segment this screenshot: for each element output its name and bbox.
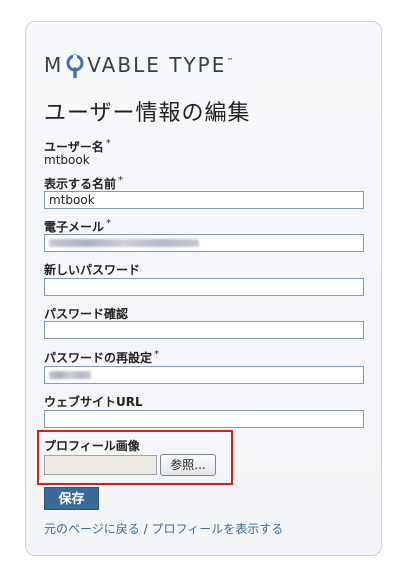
redacted-email — [49, 239, 199, 247]
view-profile-link[interactable]: プロフィールを表示する — [151, 522, 283, 536]
email-label: 電子メール * — [44, 218, 111, 235]
browse-button[interactable]: 参照... — [160, 454, 216, 476]
logo-text-rest: VABLE TYPE — [87, 53, 227, 77]
email-input[interactable] — [44, 234, 364, 252]
new-password-label: 新しいパスワード — [44, 263, 141, 277]
username-label-text: ユーザー名 — [44, 140, 104, 154]
page-title: ユーザー情報の編集 — [44, 101, 251, 126]
display-name-label: 表示する名前 * — [44, 175, 123, 192]
footer-links: 元のページに戻る / プロフィールを表示する — [44, 520, 283, 537]
link-separator: / — [143, 522, 148, 536]
password-reset-label: パスワードの再設定 * — [44, 349, 159, 366]
password-reset-label-text: パスワードの再設定 — [44, 351, 153, 365]
new-password-input[interactable] — [44, 278, 364, 296]
save-button[interactable]: 保存 — [44, 487, 99, 510]
back-link[interactable]: 元のページに戻る — [44, 522, 140, 536]
display-name-input[interactable]: mtbook — [44, 191, 364, 209]
website-url-label: ウェブサイトURL — [44, 395, 143, 409]
movable-type-logo: M VABLE TYPE ™ — [44, 51, 233, 79]
required-mark: * — [106, 218, 112, 229]
display-name-label-text: 表示する名前 — [44, 177, 117, 191]
email-label-text: 電子メール — [44, 220, 105, 234]
required-mark: * — [118, 175, 124, 186]
wrench-logo-icon — [66, 54, 84, 78]
redacted-password — [49, 371, 91, 379]
required-mark: * — [154, 349, 160, 360]
profile-image-label: プロフィール画像 — [44, 439, 140, 453]
trademark: ™ — [226, 57, 234, 65]
password-confirm-label: パスワード確認 — [44, 307, 129, 321]
password-confirm-input[interactable] — [44, 321, 364, 339]
username-value: mtbook — [44, 153, 90, 167]
logo-text-m: M — [44, 53, 64, 77]
profile-image-file-input[interactable] — [44, 455, 157, 475]
password-reset-input[interactable] — [44, 366, 364, 384]
required-mark: * — [105, 138, 111, 149]
website-url-input[interactable] — [44, 410, 364, 428]
